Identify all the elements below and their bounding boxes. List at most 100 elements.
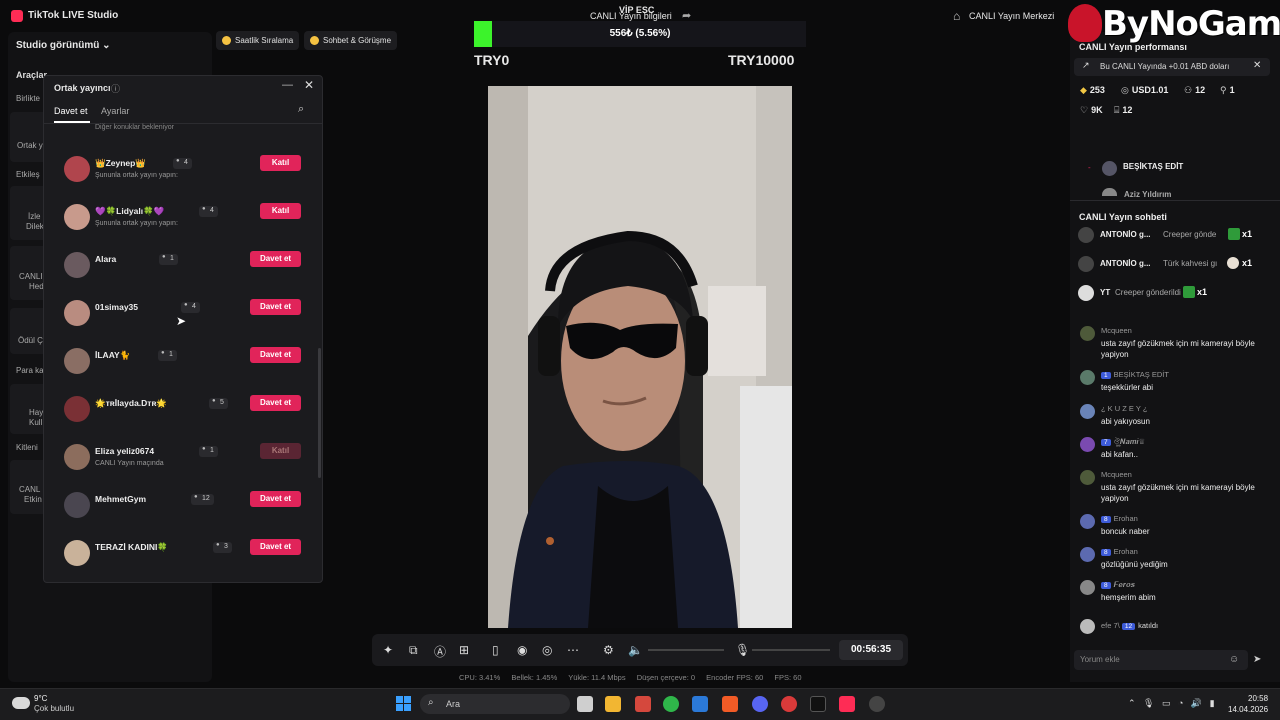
heart-icon: ♡ [1080, 105, 1089, 115]
avatar [1102, 161, 1117, 176]
invite-button[interactable]: Davet et [250, 299, 301, 315]
tile-label: CANL [19, 485, 41, 494]
level-badge: 8 [1101, 582, 1111, 589]
studio-view-label: Studio görünümü [16, 40, 100, 51]
performance-stats: CPU: 3.41% Bellek: 1.45% Yükle: 11.4 Mbp… [459, 673, 811, 682]
ai-icon[interactable]: Ⓐ [434, 643, 446, 660]
goal-label: VİP ESC [619, 5, 655, 15]
home-icon[interactable]: ⌂ [953, 9, 960, 23]
follower-count-badge: 1 [199, 446, 218, 457]
cohost-popup: Ortak yayıncı ⓘ — ✕ Davet et Ayarlar ⌕ D… [43, 75, 323, 583]
close-icon[interactable]: ✕ [304, 78, 314, 92]
avatar [64, 444, 90, 470]
clock-date[interactable]: 14.04.2026 [1228, 705, 1268, 714]
avatar [64, 204, 90, 230]
coffee-gift-icon [1227, 257, 1239, 269]
volume-slider[interactable] [648, 649, 724, 651]
invite-button[interactable]: Davet et [250, 251, 301, 267]
chevron-down-icon: ⌄ [102, 40, 111, 51]
chat-user[interactable]: Mcqueen [1101, 326, 1132, 335]
ranking-entry[interactable]: Aziz Yıldırım [1124, 190, 1171, 199]
hourly-ranking-chip[interactable]: Saatlik Sıralama [216, 31, 300, 50]
discord-icon[interactable] [752, 696, 768, 712]
screen-add-icon[interactable]: ⧉ [409, 643, 418, 658]
chat-user[interactable]: 8 Erohan [1101, 514, 1138, 523]
chat-call-chip[interactable]: Sohbet & Görüşme [304, 31, 398, 50]
portrait-icon[interactable]: ▯ [492, 643, 499, 657]
add-source-icon[interactable]: ⊞ [459, 643, 469, 657]
chat-user[interactable]: 1 BEŞİKTAŞ EDİT [1101, 370, 1169, 379]
watermark-logo-icon [1068, 4, 1102, 42]
comment-input[interactable]: Yorum ekle [1074, 650, 1248, 670]
cohost-subtext: Şununla ortak yayın yapın: [95, 220, 178, 227]
outlook-icon[interactable] [692, 696, 708, 712]
invite-button[interactable]: Davet et [250, 395, 301, 411]
mic-volume-slider[interactable] [752, 649, 830, 651]
level-badge: 1 [1101, 372, 1111, 379]
watermark-text: ByNoGame [1102, 4, 1280, 44]
search-icon[interactable]: ⌕ [298, 103, 304, 116]
people-icon: ⚇ [1184, 85, 1193, 95]
windows-start-icon[interactable] [396, 696, 412, 712]
tab-invite[interactable]: Davet et [54, 106, 88, 116]
cloud-icon[interactable] [12, 697, 30, 709]
avatar [1080, 547, 1095, 562]
capture-icon[interactable]: ◎ [542, 643, 552, 657]
help-icon[interactable]: ⓘ [111, 82, 120, 95]
chat-user[interactable]: Mcqueen [1101, 470, 1132, 479]
minimize-icon[interactable]: — [282, 79, 293, 91]
clock-time[interactable]: 20:58 [1248, 694, 1268, 703]
invite-button[interactable]: Davet et [250, 539, 301, 555]
ranking-entry[interactable]: BEŞİKTAŞ EDİT [1123, 162, 1183, 171]
cohost-name: 💜🍀Lidyalı🍀💜 [95, 206, 165, 216]
avatar [64, 156, 90, 182]
search-icon: ⌕ [428, 697, 434, 708]
more-icon[interactable]: ⋯ [567, 643, 579, 657]
chat-user[interactable]: 7 ঔৣ𝑵𝒂𝒎𝒊♕ [1101, 437, 1145, 449]
chat-user[interactable]: ¿ K U Z E Y ¿ [1101, 404, 1147, 413]
tiktok-icon[interactable] [810, 696, 826, 712]
record-icon[interactable]: ◉ [517, 643, 527, 657]
settings-sliders-icon[interactable]: ⚙ [603, 643, 614, 657]
invite-button[interactable]: Davet et [250, 491, 301, 507]
tiktok-live-studio-icon[interactable] [839, 696, 855, 712]
streamer-video-frame [488, 86, 792, 628]
brave-icon[interactable] [722, 696, 738, 712]
invite-button[interactable]: Davet et [250, 347, 301, 363]
banner-close-icon[interactable]: ✕ [1253, 60, 1261, 71]
microphone-icon[interactable]: 🎙 [735, 643, 750, 657]
trend-up-icon: ↗ [1082, 60, 1090, 70]
media-app-icon[interactable] [635, 696, 651, 712]
app-icon[interactable] [781, 696, 797, 712]
cohost-list-item: Eliza yeliz0674 1 CANLI Yayın maçında Katıl [44, 440, 322, 486]
steam-icon[interactable] [869, 696, 885, 712]
chat-text: boncuk naber [1101, 527, 1150, 536]
system-tray[interactable]: ⌃ 🎙 ▭ ◔ 🔊 ▮ [1128, 698, 1215, 709]
taskbar-search[interactable]: Ara [420, 694, 570, 714]
magic-wand-icon[interactable]: ✦ [383, 643, 393, 657]
whatsapp-icon[interactable] [663, 696, 679, 712]
weather-temp[interactable]: 9°C [34, 694, 47, 703]
avatar [1078, 227, 1094, 243]
tile-label: Kull [29, 418, 43, 427]
chat-user[interactable]: 8 Erohan [1101, 547, 1138, 556]
speaker-icon[interactable]: 🔈 [628, 643, 643, 657]
join-button[interactable]: Katıl [260, 443, 301, 459]
send-icon[interactable]: ➤ [1253, 654, 1261, 665]
file-explorer-icon[interactable] [605, 696, 621, 712]
avatar [1080, 470, 1095, 485]
scrollbar[interactable] [318, 348, 321, 478]
join-button[interactable]: Katıl [260, 155, 301, 171]
chat-user[interactable]: 8 𝑭𝒆𝒓𝒐𝒔 [1101, 580, 1135, 590]
studio-view-dropdown[interactable]: Studio görünümü ⌄ [16, 40, 111, 51]
join-button[interactable]: Katıl [260, 203, 301, 219]
weather-desc[interactable]: Çok bulutlu [34, 704, 74, 713]
stat-fps: FPS: 60 [774, 673, 802, 682]
emoji-icon[interactable]: ☺ [1229, 654, 1239, 665]
goal-progress-text: 556₺ (5.56%) [609, 28, 671, 39]
cohost-list-item: 💜🍀Lidyalı🍀💜 4 Şununla ortak yayın yapın: Ka… [44, 200, 322, 246]
task-view-icon[interactable] [577, 696, 593, 712]
follower-count-badge: 1 [158, 350, 177, 361]
tab-settings[interactable]: Ayarlar [101, 106, 129, 116]
live-center-link[interactable]: CANLI Yayın Merkezi [969, 11, 1054, 21]
